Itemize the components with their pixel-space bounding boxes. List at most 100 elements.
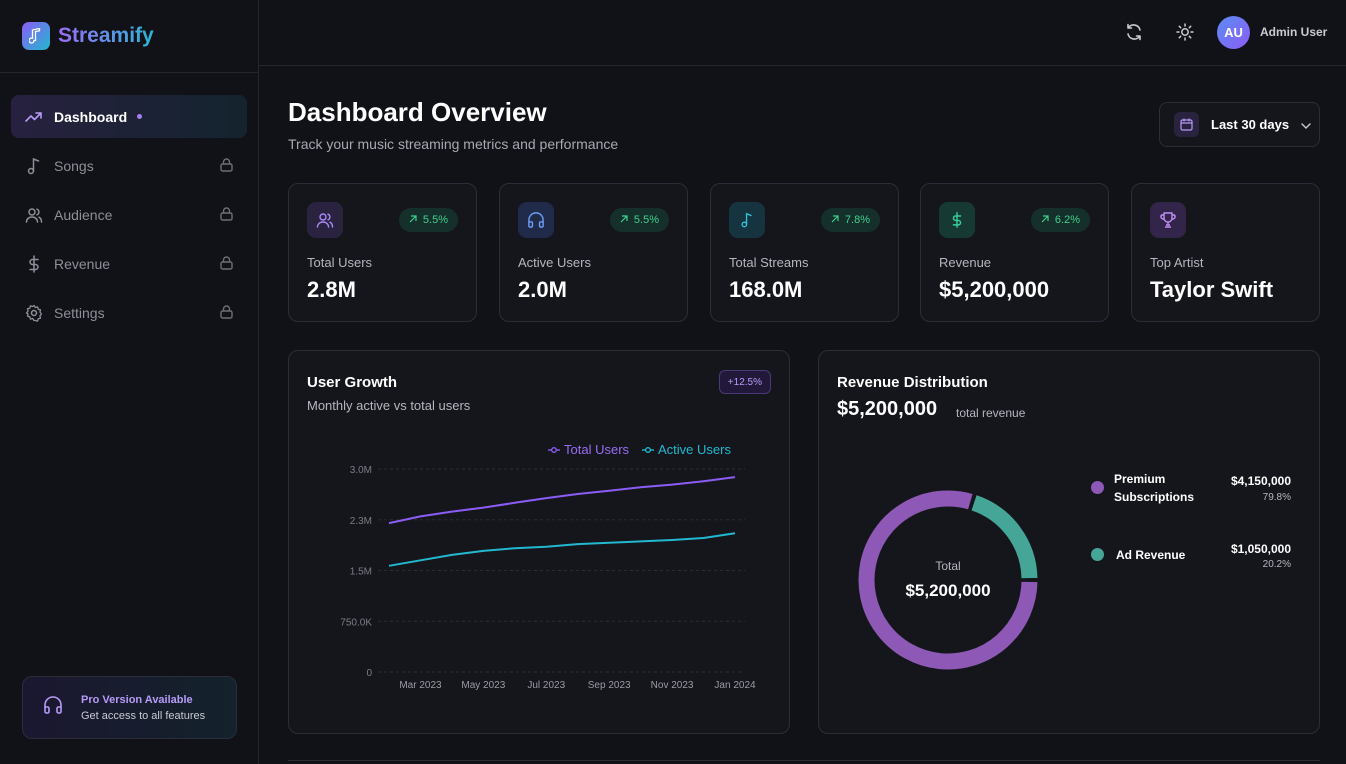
- stat-value: Taylor Swift: [1150, 277, 1274, 302]
- sidebar-item-label: Settings: [54, 304, 105, 321]
- change-value: 7.8%: [844, 214, 870, 226]
- legend-percent: 79.8%: [1262, 492, 1291, 503]
- y-tick-label: 2.3M: [350, 516, 372, 527]
- change-value: 6.2%: [1054, 214, 1080, 226]
- x-tick-label: Mar 2023: [399, 680, 442, 691]
- chevron-down-icon: [1301, 116, 1311, 134]
- topbar: AU Admin User: [259, 0, 1346, 66]
- stat-label: Active Users: [518, 255, 591, 270]
- date-range-select[interactable]: Last 30 days: [1159, 102, 1320, 147]
- music-note-icon: [729, 202, 765, 238]
- stat-card-active-users: 5.5% Active Users 2.0M: [499, 183, 688, 322]
- arrow-up-right-icon: [409, 214, 417, 226]
- legend-label: Ad Revenue: [1116, 548, 1186, 562]
- page-title: Dashboard Overview: [288, 97, 547, 127]
- date-range-label: Last 30 days: [1211, 117, 1290, 132]
- headphones-icon: [43, 696, 65, 719]
- calendar-icon: [1174, 112, 1199, 137]
- stat-label: Revenue: [939, 255, 992, 270]
- change-badge: 5.5%: [609, 208, 669, 232]
- change-badge: 5.5%: [398, 208, 458, 232]
- sidebar-item-label: Revenue: [54, 255, 111, 272]
- legend-amount: $1,050,000: [1230, 542, 1291, 556]
- brand-name: Streamify: [58, 24, 154, 47]
- donut-chart: Total $5,200,000: [819, 351, 1077, 735]
- revenue-distribution-panel: Revenue Distribution $5,200,000 total re…: [818, 350, 1320, 734]
- stat-card-top-artist: Top Artist Taylor Swift: [1131, 183, 1320, 322]
- stat-value: 2.0M: [518, 277, 567, 302]
- trending-up-icon: [25, 108, 43, 126]
- users-icon: [25, 206, 43, 224]
- sidebar-item-audience[interactable]: Audience: [11, 193, 247, 236]
- stat-card-revenue: 6.2% Revenue $5,200,000: [920, 183, 1109, 322]
- page-subtitle: Track your music streaming metrics and p…: [288, 136, 619, 152]
- y-tick-label: 1.5M: [350, 567, 372, 578]
- refresh-icon[interactable]: [1124, 22, 1144, 42]
- lock-icon: [220, 305, 233, 322]
- legend-percent: 20.2%: [1262, 559, 1291, 570]
- change-badge: 7.8%: [820, 208, 880, 232]
- active-indicator: [137, 114, 143, 119]
- arrow-up-right-icon: [1041, 214, 1049, 226]
- series-line-active-users: [388, 532, 736, 567]
- user-growth-chart: 0 750.0K 1.5M 2.3M 3.0M Mar 2023 May 2023 Jul 2…: [340, 465, 756, 691]
- user-growth-panel: User Growth Monthly active vs total user…: [288, 350, 790, 734]
- lock-icon: [220, 158, 233, 175]
- sidebar-item-dashboard[interactable]: Dashboard: [11, 95, 247, 138]
- stat-label: Total Streams: [729, 255, 809, 270]
- stat-value: 2.8M: [307, 277, 356, 302]
- x-tick-label: Sep 2023: [588, 680, 631, 691]
- brand[interactable]: Streamify: [0, 0, 258, 73]
- legend-amount: $4,150,000: [1230, 474, 1291, 488]
- change-value: 5.5%: [422, 214, 448, 226]
- trophy-icon: [1150, 202, 1186, 238]
- music-note-icon: [22, 22, 50, 50]
- pro-title: Pro Version Available: [81, 693, 193, 706]
- dollar-icon: [25, 254, 43, 273]
- legend-label: Premium Subscriptions: [1114, 472, 1195, 504]
- music-note-icon: [25, 157, 43, 175]
- lock-icon: [220, 207, 233, 224]
- sidebar-item-label: Dashboard: [54, 108, 128, 125]
- sidebar-item-label: Audience: [54, 206, 113, 223]
- stat-card-total-users: 5.5% Total Users 2.8M: [288, 183, 477, 322]
- app: Streamify Dashboard Songs Audience Reven…: [0, 0, 1346, 764]
- avatar[interactable]: AU: [1217, 16, 1250, 49]
- x-tick-label: Jan 2024: [714, 680, 756, 691]
- dollar-icon: [939, 202, 975, 238]
- sidebar: Streamify Dashboard Songs Audience Reven…: [0, 0, 259, 764]
- donut-center-label: Total: [935, 559, 961, 573]
- sidebar-item-songs[interactable]: Songs: [11, 144, 247, 187]
- x-tick-label: Jul 2023: [527, 680, 565, 691]
- stat-value: 168.0M: [729, 277, 803, 302]
- sun-icon[interactable]: [1175, 22, 1195, 42]
- pro-upgrade-card[interactable]: Pro Version Available Get access to all …: [22, 676, 237, 739]
- series-line-total-users: [388, 476, 736, 525]
- change-badge: 6.2%: [1030, 208, 1090, 232]
- sidebar-item-settings[interactable]: Settings: [11, 291, 247, 334]
- x-tick-label: May 2023: [461, 680, 505, 691]
- y-tick-label: 750.0K: [340, 617, 372, 628]
- legend-swatch: [1091, 548, 1104, 561]
- y-tick-label: 0: [366, 668, 372, 679]
- stat-label: Total Users: [307, 255, 373, 270]
- sidebar-item-revenue[interactable]: Revenue: [11, 242, 247, 285]
- pro-subtitle: Get access to all features: [81, 709, 206, 722]
- users-icon: [307, 202, 343, 238]
- donut-svg: [857, 489, 1039, 671]
- next-panel-edge: [288, 760, 1320, 764]
- lock-icon: [220, 256, 233, 273]
- arrow-up-right-icon: [620, 214, 628, 226]
- stat-value: $5,200,000: [939, 277, 1050, 302]
- stat-card-total-streams: 7.8% Total Streams 168.0M: [710, 183, 899, 322]
- donut-center-value: $5,200,000: [905, 581, 991, 600]
- arrow-up-right-icon: [831, 214, 839, 226]
- x-tick-label: Nov 2023: [651, 680, 694, 691]
- user-name[interactable]: Admin User: [1260, 25, 1327, 39]
- y-tick-label: 3.0M: [350, 465, 372, 476]
- gear-icon: [25, 304, 43, 322]
- sidebar-nav: Dashboard Songs Audience Revenue Setting…: [0, 73, 258, 334]
- headphones-icon: [518, 202, 554, 238]
- stat-label: Top Artist: [1150, 255, 1204, 270]
- change-value: 5.5%: [633, 214, 659, 226]
